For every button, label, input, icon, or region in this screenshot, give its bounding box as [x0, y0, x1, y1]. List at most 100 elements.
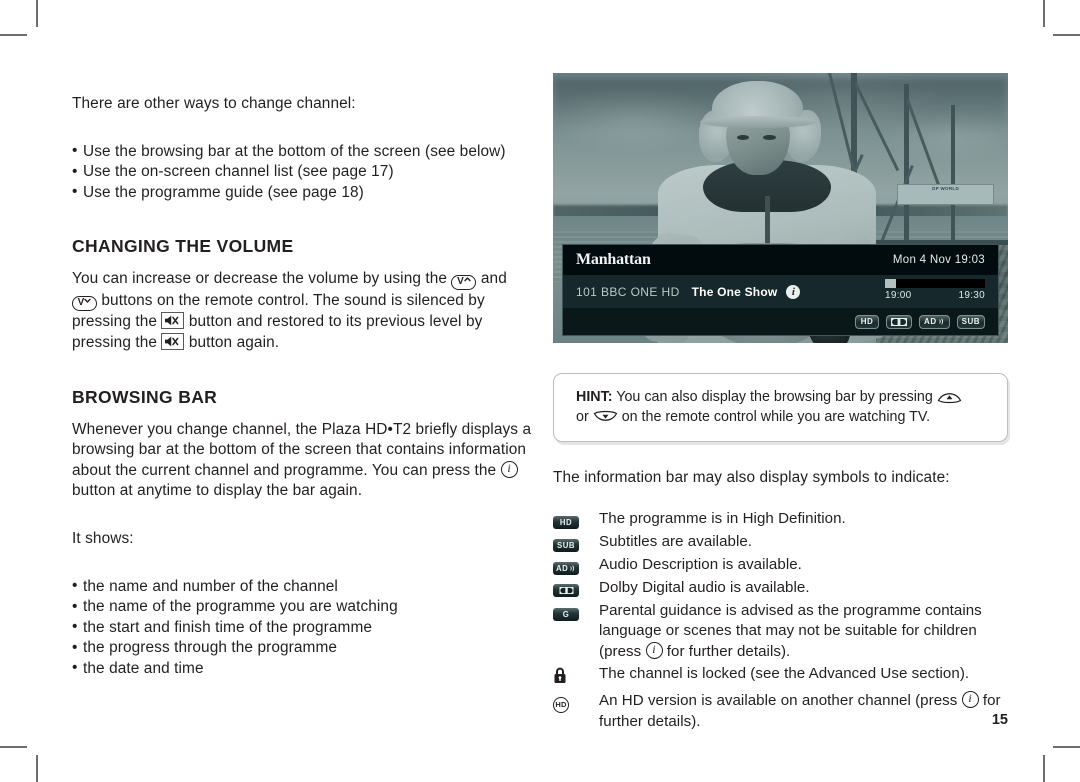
volume-paragraph: You can increase or decrease the volume …	[72, 269, 534, 353]
symbol-description: Audio Description is available.	[599, 555, 802, 573]
guidance-badge-label: G	[553, 607, 579, 621]
progress-start-time: 19:00	[885, 290, 912, 301]
browsing-bar-programme-row: 101 BBC ONE HD The One Show i 19:00 19:3…	[563, 275, 998, 308]
browsing-text-2: button at anytime to display the bar aga…	[72, 482, 363, 500]
symbol-list: HD The programme is in High Definition. …	[553, 509, 1008, 733]
hd-badge-label: HD	[553, 515, 579, 529]
list-item: HD The programme is in High Definition.	[553, 509, 1008, 530]
symbol-description: Dolby Digital audio is available.	[599, 578, 810, 596]
lock-glyph	[554, 667, 566, 684]
crop-mark-bottom-left-vertical	[36, 755, 38, 782]
hd-version-text-a: An HD version is available on another ch…	[599, 692, 958, 710]
symbols-intro: The information bar may also display sym…	[553, 469, 950, 486]
browsing-bar-datetime: Mon 4 Nov 19:03	[892, 254, 985, 266]
it-shows-label: It shows:	[72, 529, 134, 547]
symbol-description: The programme is in High Definition.	[599, 509, 846, 527]
list-item: HD An HD version is available on another…	[553, 691, 1008, 732]
crop-mark-top-left-horizontal	[0, 34, 27, 36]
hint-text-1: You can also display the browsing bar by…	[616, 389, 933, 405]
it-shows-bullet-list: the name and number of the channel the n…	[72, 576, 534, 680]
browsing-bar-info-icon[interactable]: i	[786, 284, 801, 299]
dolby-digital-badge-icon	[886, 314, 913, 329]
parental-guidance-badge-icon: G	[553, 601, 599, 622]
volume-text-5: button again.	[188, 333, 280, 351]
right-column: DP WORLD Manhattan Mon 4 Nov 19:03 101 B…	[553, 73, 1008, 734]
info-key-icon: i	[645, 641, 663, 659]
dolby-glyph	[891, 317, 908, 326]
crop-mark-bottom-right-vertical	[1043, 755, 1045, 782]
browsing-bar-channel: 101 BBC ONE HD	[576, 284, 680, 299]
browsing-text-1: Whenever you change channel, the Plaza H…	[72, 420, 532, 479]
hint-text-3: on the remote control while you are watc…	[621, 409, 931, 425]
crop-mark-bottom-right-horizontal	[1053, 746, 1080, 748]
change-channel-bullet-list: Use the browsing bar at the bottom of th…	[72, 141, 534, 204]
browsing-bar-header: Manhattan Mon 4 Nov 19:03	[563, 245, 998, 275]
volume-text-1: You can increase or decrease the volume …	[72, 270, 448, 288]
list-item: the start and finish time of the program…	[72, 617, 534, 639]
hint-label: HINT:	[576, 389, 613, 405]
progress-times: 19:00 19:30	[885, 290, 985, 301]
symbol-description: Parental guidance is advised as the prog…	[599, 601, 1008, 663]
list-item: Use the programme guide (see page 18)	[72, 182, 534, 204]
symbol-description: Subtitles are available.	[599, 532, 753, 550]
manhattan-logo: Manhattan	[576, 251, 651, 268]
programme-progress: 19:00 19:30	[885, 279, 985, 301]
audio-description-badge-icon: AD	[919, 314, 950, 329]
crop-mark-top-left-vertical	[36, 0, 38, 27]
info-key-icon: i	[961, 691, 979, 709]
symbol-description: An HD version is available on another ch…	[599, 691, 1008, 732]
progress-marker	[885, 279, 896, 288]
list-item: Use the on-screen channel list (see page…	[72, 162, 534, 183]
intro-paragraph: There are other ways to change channel:	[72, 95, 356, 112]
sub-badge-label: SUB	[553, 538, 579, 552]
section-heading-changing-the-volume: CHANGING THE VOLUME	[72, 236, 294, 257]
guidance-text-b: for further details).	[666, 642, 791, 660]
info-key-icon: i	[500, 460, 518, 478]
progress-track	[885, 279, 985, 288]
hint-text: HINT: You can also display the browsing …	[576, 387, 991, 427]
page-number: 15	[991, 712, 1008, 728]
mute-key-icon	[161, 312, 185, 330]
volume-up-key-icon: V	[451, 274, 477, 290]
browsing-bar-paragraph: Whenever you change channel, the Plaza H…	[72, 420, 534, 502]
volume-down-key-icon: V	[72, 296, 97, 312]
dolby-badge-glyph	[553, 583, 579, 597]
list-item: SUB Subtitles are available.	[553, 532, 1008, 553]
hd-circle-icon: HD	[553, 691, 599, 713]
list-item: Dolby Digital audio is available.	[553, 578, 1008, 599]
sub-badge-icon: SUB	[956, 314, 985, 329]
browsing-bar-badge-row: HD AD SUB	[563, 308, 998, 335]
list-item: AD Audio Description is available.	[553, 555, 1008, 576]
hint-text-2: or	[576, 409, 589, 425]
browsing-bar-programme-title: The One Show	[691, 284, 778, 299]
tv-screenshot: DP WORLD Manhattan Mon 4 Nov 19:03 101 B…	[553, 73, 1008, 343]
list-item: the name of the programme you are watchi…	[72, 597, 534, 618]
crop-mark-top-right-vertical	[1043, 0, 1045, 27]
hint-box: HINT: You can also display the browsing …	[553, 373, 1008, 442]
list-item: the name and number of the channel	[72, 576, 534, 598]
dolby-digital-badge-icon	[553, 578, 599, 599]
section-heading-browsing-bar: BROWSING BAR	[72, 386, 218, 407]
crop-mark-bottom-left-horizontal	[0, 746, 27, 748]
ad-badge-label: AD	[553, 561, 580, 575]
lock-icon	[553, 664, 599, 689]
mute-key-icon	[161, 332, 185, 350]
crop-mark-top-right-horizontal	[1053, 34, 1080, 36]
list-item: Use the browsing bar at the bottom of th…	[72, 141, 534, 163]
audio-description-badge-icon: AD	[553, 555, 599, 576]
hd-badge-icon: HD	[553, 509, 599, 530]
sub-badge-icon: SUB	[553, 532, 599, 553]
symbol-description: The channel is locked (see the Advanced …	[599, 665, 970, 683]
left-column: There are other ways to change channel: …	[72, 94, 534, 680]
channel-up-key-icon	[937, 390, 962, 404]
hd-circle-label: HD	[553, 696, 569, 713]
on-screen-browsing-bar: Manhattan Mon 4 Nov 19:03 101 BBC ONE HD…	[562, 244, 999, 336]
hd-badge-icon: HD	[855, 314, 880, 329]
progress-end-time: 19:30	[958, 290, 985, 301]
channel-down-key-icon	[593, 410, 618, 424]
volume-text-2: and	[480, 270, 507, 288]
list-item: the progress through the programme	[72, 638, 534, 659]
list-item: the date and time	[72, 658, 534, 680]
manual-page: There are other ways to change channel: …	[0, 0, 1080, 782]
list-item: The channel is locked (see the Advanced …	[553, 664, 1008, 689]
